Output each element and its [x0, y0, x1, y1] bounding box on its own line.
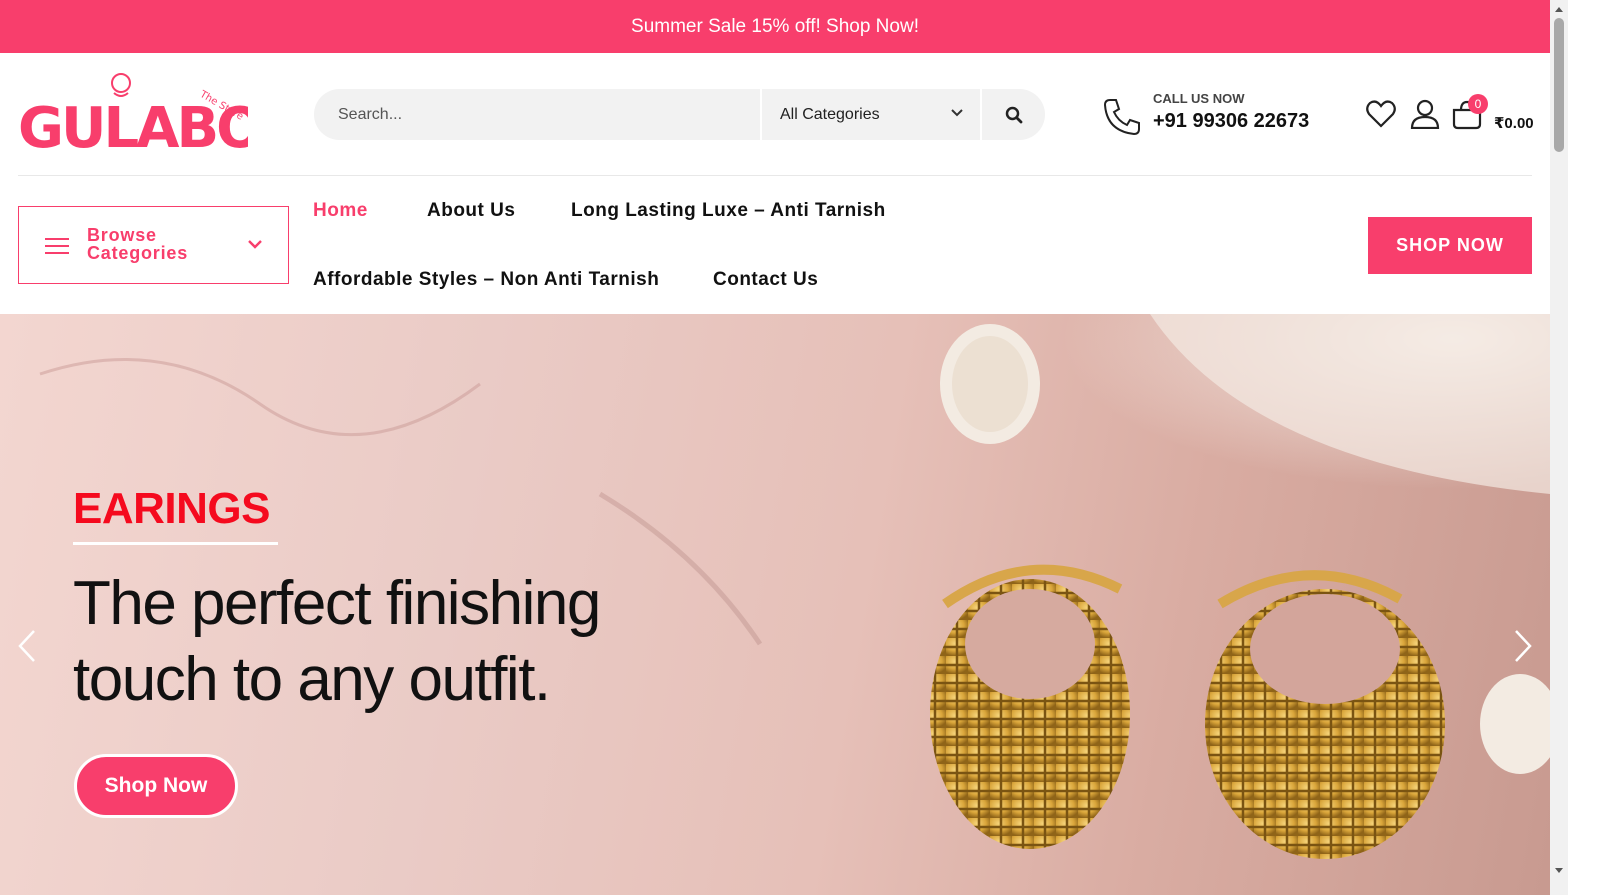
page-margin [1568, 0, 1600, 895]
hero-tag: EARINGS [73, 484, 270, 533]
cart-count-badge: 0 [1468, 94, 1488, 114]
heart-icon[interactable] [1366, 100, 1396, 128]
category-select[interactable]: All Categories [762, 89, 980, 140]
announcement-text[interactable]: Summer Sale 15% off! Shop Now! [631, 16, 919, 38]
cart-total[interactable]: ₹0.00 [1494, 114, 1534, 132]
chevron-down-icon [951, 109, 963, 117]
header: GULABO The Store All Categories CALL U [0, 53, 1550, 175]
browse-categories-button[interactable]: Browse Categories [18, 206, 289, 284]
scrollbar-thumb[interactable] [1554, 18, 1564, 152]
scroll-down-icon[interactable] [1554, 866, 1564, 876]
shop-now-button[interactable]: SHOP NOW [1368, 217, 1532, 274]
search-bar: All Categories [314, 89, 1045, 140]
nav-long-lasting-luxe[interactable]: Long Lasting Luxe – Anti Tarnish [571, 200, 886, 222]
search-button[interactable] [982, 89, 1045, 140]
browse-categories-label: Browse Categories [87, 225, 189, 263]
header-divider [18, 175, 1532, 176]
nav-home[interactable]: Home [313, 200, 368, 222]
call-label: CALL US NOW [1153, 91, 1245, 106]
logo[interactable]: GULABO The Store [18, 71, 264, 161]
chevron-right-icon[interactable] [1512, 629, 1534, 663]
phone-number[interactable]: +91 99306 22673 [1153, 110, 1309, 133]
nav-contact-us[interactable]: Contact Us [713, 269, 818, 291]
hero-tag-underline [73, 542, 278, 545]
chevron-down-icon [248, 240, 262, 249]
category-select-value: All Categories [780, 105, 880, 123]
hero-headline: The perfect finishing touch to any outfi… [73, 569, 601, 714]
hamburger-icon [45, 238, 69, 254]
hero-shop-now-button[interactable]: Shop Now [74, 754, 238, 818]
hero-slider: EARINGS The perfect finishing touch to a… [0, 314, 1550, 895]
scroll-up-icon[interactable] [1554, 4, 1564, 14]
search-icon [1005, 106, 1022, 123]
logo-graphic: GULABO The Store [18, 73, 264, 161]
announcement-bar[interactable]: Summer Sale 15% off! Shop Now! [0, 0, 1550, 53]
phone-icon [1103, 99, 1140, 136]
chevron-left-icon[interactable] [16, 629, 38, 663]
search-input[interactable] [314, 89, 760, 140]
page-scrollbar[interactable] [1550, 0, 1568, 895]
nav-about-us[interactable]: About Us [427, 200, 515, 222]
user-icon[interactable] [1410, 99, 1440, 129]
nav-affordable-styles[interactable]: Affordable Styles – Non Anti Tarnish [313, 269, 659, 291]
